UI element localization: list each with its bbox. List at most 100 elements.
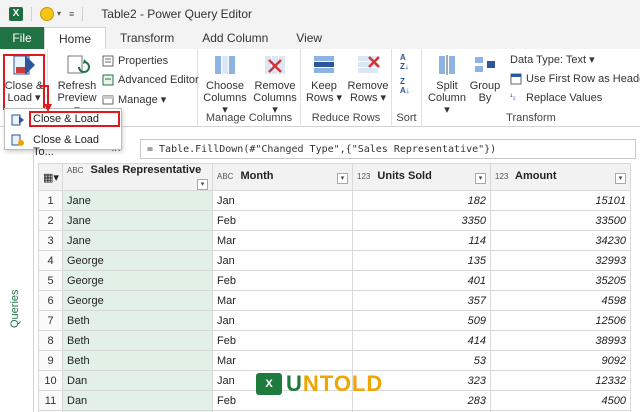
cell-month[interactable]: Feb <box>212 270 353 291</box>
queries-pane-label[interactable]: Queries <box>9 289 21 328</box>
cell-month[interactable]: Feb <box>212 210 353 231</box>
remove-columns-button[interactable]: Remove Columns ▾ <box>252 53 298 116</box>
cell-month[interactable]: Feb <box>212 330 353 351</box>
row-number[interactable]: 10 <box>38 370 63 391</box>
cell-sales-rep[interactable]: Jane <box>62 190 213 211</box>
split-column-icon <box>439 55 455 75</box>
cell-amount[interactable]: 15101 <box>490 190 631 211</box>
table-row[interactable]: 6 George Mar 357 4598 <box>38 290 631 311</box>
cell-amount[interactable]: 33500 <box>490 210 631 231</box>
row-number[interactable]: 3 <box>38 230 63 251</box>
feedback-smiley-icon[interactable] <box>40 6 54 21</box>
cell-month[interactable]: Jan <box>212 190 353 211</box>
tab-view[interactable]: View <box>282 27 336 49</box>
refresh-preview-button[interactable]: Refresh Preview ▾ <box>54 53 100 116</box>
qat-menu-icon[interactable]: ≡ <box>69 9 74 19</box>
row-number[interactable]: 7 <box>38 310 63 331</box>
cell-amount[interactable]: 12506 <box>490 310 631 331</box>
col-header-month[interactable]: ABC Month ▾ <box>212 163 353 191</box>
text-type-icon[interactable]: ABC <box>217 172 233 181</box>
table-menu-icon[interactable]: ▦▾ <box>38 163 63 191</box>
row-number[interactable]: 4 <box>38 250 63 271</box>
data-type-dropdown[interactable]: Data Type: Text ▾ <box>510 53 595 66</box>
cell-units-sold[interactable]: 182 <box>352 190 491 211</box>
cell-sales-rep[interactable]: Beth <box>62 310 213 331</box>
row-number[interactable]: 2 <box>38 210 63 231</box>
cell-amount[interactable]: 38993 <box>490 330 631 351</box>
table-row[interactable]: 7 Beth Jan 509 12506 <box>38 310 631 331</box>
cell-month[interactable]: Jan <box>212 250 353 271</box>
advanced-editor-button[interactable]: Advanced Editor <box>102 74 199 86</box>
row-number[interactable]: 11 <box>38 390 63 411</box>
cell-units-sold[interactable]: 357 <box>352 290 491 311</box>
tab-transform[interactable]: Transform <box>106 27 188 49</box>
table-row[interactable]: 3 Jane Mar 114 34230 <box>38 230 631 251</box>
cell-units-sold[interactable]: 401 <box>352 270 491 291</box>
cell-sales-rep[interactable]: Jane <box>62 230 213 251</box>
number-type-icon[interactable]: 123 <box>357 172 370 181</box>
cell-amount[interactable]: 12332 <box>490 370 631 391</box>
filter-dropdown-icon[interactable]: ▾ <box>615 173 626 184</box>
cell-month[interactable]: Mar <box>212 230 353 251</box>
replace-values-button[interactable]: ¹₂ Replace Values <box>510 92 602 104</box>
cell-month[interactable]: Jan <box>212 310 353 331</box>
cell-sales-rep[interactable]: George <box>62 270 213 291</box>
sort-descending-icon[interactable]: Z A↓ <box>400 77 410 95</box>
queries-pane[interactable]: Queries <box>0 128 34 412</box>
col-header-sales-rep[interactable]: ABC Sales Representative ▾ <box>62 163 213 191</box>
menu-close-load-to[interactable]: Close & Load To... <box>33 134 121 158</box>
chevron-down-icon[interactable]: ▾ <box>57 9 61 18</box>
table-row[interactable]: 1 Jane Jan 182 15101 <box>38 190 631 211</box>
table-row[interactable]: 4 George Jan 135 32993 <box>38 250 631 271</box>
number-type-icon[interactable]: 123 <box>495 172 508 181</box>
row-number[interactable]: 5 <box>38 270 63 291</box>
tab-add-column[interactable]: Add Column <box>188 27 282 49</box>
filter-dropdown-icon[interactable]: ▾ <box>337 173 348 184</box>
table-row[interactable]: 8 Beth Feb 414 38993 <box>38 330 631 351</box>
cell-units-sold[interactable]: 114 <box>352 230 491 251</box>
tab-file[interactable]: File <box>0 27 44 49</box>
properties-button[interactable]: Properties <box>102 55 168 67</box>
col-header-units-sold[interactable]: 123 Units Sold ▾ <box>352 163 491 191</box>
row-number[interactable]: 6 <box>38 290 63 311</box>
table-row[interactable]: 5 George Feb 401 35205 <box>38 270 631 291</box>
row-number[interactable]: 9 <box>38 350 63 371</box>
menu-close-load[interactable]: Close & Load <box>33 113 99 125</box>
cell-amount[interactable]: 34230 <box>490 230 631 251</box>
cell-units-sold[interactable]: 509 <box>352 310 491 331</box>
cell-sales-rep[interactable]: Dan <box>62 390 213 411</box>
row-number[interactable]: 8 <box>38 330 63 351</box>
row-number[interactable]: 1 <box>38 190 63 211</box>
filter-dropdown-icon[interactable]: ▾ <box>475 173 486 184</box>
cell-amount[interactable]: 9092 <box>490 350 631 371</box>
cell-sales-rep[interactable]: Beth <box>62 350 213 371</box>
cell-sales-rep[interactable]: George <box>62 250 213 271</box>
cell-amount[interactable]: 4500 <box>490 390 631 411</box>
cell-units-sold[interactable]: 3350 <box>352 210 491 231</box>
cell-sales-rep[interactable]: Jane <box>62 210 213 231</box>
use-first-row-headers-button[interactable]: Use First Row as Headers ▾ <box>510 72 640 85</box>
cell-sales-rep[interactable]: Beth <box>62 330 213 351</box>
remove-rows-button[interactable]: Remove Rows ▾ <box>345 53 391 104</box>
manage-button[interactable]: Manage ▾ <box>102 93 166 106</box>
cell-amount[interactable]: 35205 <box>490 270 631 291</box>
col-header-amount[interactable]: 123 Amount ▾ <box>490 163 631 191</box>
text-type-icon[interactable]: ABC <box>67 166 83 175</box>
cell-amount[interactable]: 4598 <box>490 290 631 311</box>
split-column-button[interactable]: Split Column ▾ <box>424 53 470 116</box>
keep-rows-button[interactable]: Keep Rows ▾ <box>301 53 347 104</box>
cell-units-sold[interactable]: 135 <box>352 250 491 271</box>
cell-month[interactable]: Mar <box>212 290 353 311</box>
cell-amount[interactable]: 32993 <box>490 250 631 271</box>
cell-units-sold[interactable]: 414 <box>352 330 491 351</box>
table-row[interactable]: 2 Jane Feb 3350 33500 <box>38 210 631 231</box>
filter-dropdown-icon[interactable]: ▾ <box>197 179 208 190</box>
choose-columns-button[interactable]: Choose Columns ▾ <box>202 53 248 116</box>
cell-sales-rep[interactable]: Dan <box>62 370 213 391</box>
group-by-button[interactable]: Group By <box>466 53 504 104</box>
cell-sales-rep[interactable]: George <box>62 290 213 311</box>
sort-ascending-icon[interactable]: A Z↓ <box>400 53 409 71</box>
tab-home[interactable]: Home <box>44 27 107 49</box>
data-type-label: Data Type: Text ▾ <box>510 54 595 66</box>
formula-bar[interactable]: = Table.FillDown(#"Changed Type",{"Sales… <box>140 139 636 159</box>
